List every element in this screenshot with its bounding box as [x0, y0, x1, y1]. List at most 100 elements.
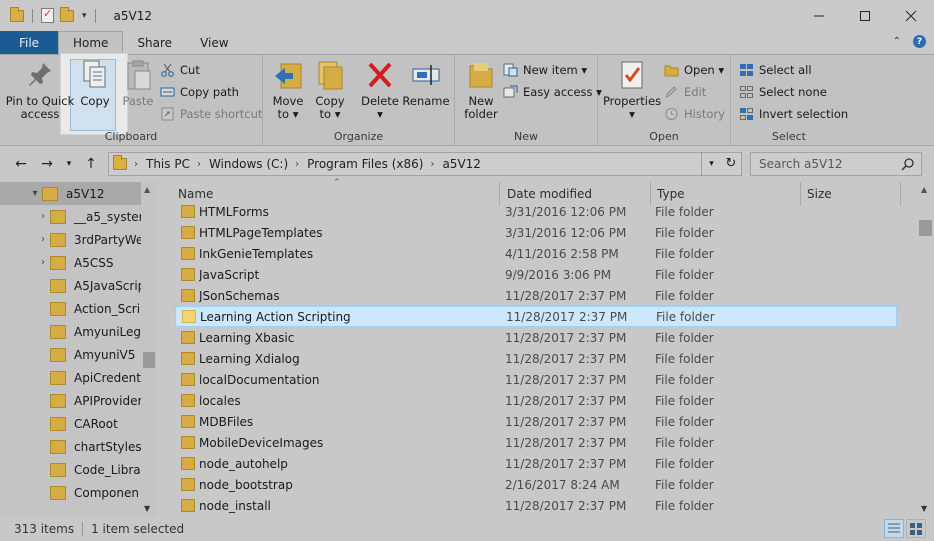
address-dropdown-icon[interactable]: ▾ — [701, 153, 721, 175]
select-all-button[interactable]: Select all — [739, 63, 812, 77]
properties-checkmark-icon[interactable] — [41, 7, 54, 23]
tree-item[interactable]: APIProvider — [0, 389, 141, 412]
copy-path-button[interactable]: Copy path — [160, 85, 239, 99]
column-header-date[interactable]: Date modified — [507, 187, 592, 201]
new-item-button[interactable]: New item ▾ — [503, 63, 587, 77]
tree-item[interactable]: Code_Librar — [0, 458, 141, 481]
table-row[interactable]: MDBFiles 11/28/2017 2:37 PM File folder — [175, 411, 897, 432]
breadcrumb-a5v12[interactable]: a5V12 — [442, 157, 480, 171]
table-row[interactable]: Learning Xbasic 11/28/2017 2:37 PM File fo… — [175, 327, 897, 348]
table-row[interactable]: JavaScript 9/9/2016 3:06 PM File folder — [175, 264, 897, 285]
tree-item[interactable]: Componen — [0, 481, 141, 504]
file-list-scrollbar[interactable]: ▲ ▼ — [917, 182, 934, 516]
pin-to-quick-access-button[interactable]: Pin to Quick access — [6, 59, 74, 121]
forward-button[interactable]: → — [36, 156, 58, 172]
chevron-right-icon[interactable]: › — [197, 159, 201, 170]
select-none-button[interactable]: Select none — [739, 85, 827, 99]
close-button[interactable] — [888, 0, 934, 31]
table-row[interactable]: InkGenieTemplates 4/11/2016 2:58 PM File f… — [175, 243, 897, 264]
refresh-icon[interactable]: ↻ — [721, 153, 741, 175]
cut-button[interactable]: Cut — [160, 63, 200, 77]
organize-group-label: Organize — [333, 130, 384, 143]
scroll-up-icon[interactable]: ▲ — [921, 185, 927, 194]
copy-button[interactable]: Copy — [77, 59, 113, 108]
rename-button[interactable]: Rename — [402, 59, 450, 108]
table-row[interactable]: node_install 11/28/2017 2:37 PM File folde… — [175, 495, 897, 516]
recent-locations-dropdown[interactable]: ▾ — [58, 159, 80, 169]
file-date: 11/28/2017 2:37 PM — [505, 330, 627, 345]
table-row[interactable]: locales 11/28/2017 2:37 PM File folder — [175, 390, 897, 411]
tree-item[interactable]: › A5CSS — [0, 251, 141, 274]
large-icons-view-button[interactable] — [906, 519, 926, 538]
tree-item[interactable]: › 3rdPartyWe — [0, 228, 141, 251]
paste-shortcut-button[interactable]: Paste shortcut — [160, 107, 262, 121]
table-row[interactable]: JSonSchemas 11/28/2017 2:37 PM File folder — [175, 285, 897, 306]
properties-button[interactable]: Properties ▾ — [602, 59, 662, 121]
chevron-right-icon[interactable]: › — [36, 257, 50, 268]
new-folder-icon[interactable] — [60, 6, 74, 22]
chevron-right-icon[interactable]: › — [36, 211, 50, 222]
breadcrumb-windows-c[interactable]: Windows (C:) › — [209, 157, 299, 171]
column-header-type[interactable]: Type — [657, 187, 685, 201]
edit-button[interactable]: Edit — [664, 85, 706, 99]
breadcrumb-program-files[interactable]: Program Files (x86) › — [307, 157, 434, 171]
chevron-right-icon[interactable]: › — [295, 159, 299, 170]
table-row[interactable]: localDocumentation 11/28/2017 2:37 PM File… — [175, 369, 897, 390]
invert-selection-button[interactable]: Invert selection — [739, 107, 848, 121]
nav-pane-scrollbar[interactable]: ▲ ▼ — [141, 182, 157, 516]
table-row[interactable]: MobileDeviceImages 11/28/2017 2:37 PM File… — [175, 432, 897, 453]
up-button[interactable]: ↑ — [80, 156, 102, 172]
tab-file[interactable]: File — [0, 31, 58, 54]
table-row[interactable]: node_bootstrap 2/16/2017 8:24 AM File fold… — [175, 474, 897, 495]
table-row[interactable]: HTMLPageTemplates 3/31/2016 12:06 PM File … — [175, 222, 897, 243]
new-folder-button[interactable]: New folder — [461, 59, 501, 121]
tab-home[interactable]: Home — [58, 31, 124, 54]
tree-item[interactable]: ▾ a5V12 — [0, 182, 141, 205]
folder-icon — [50, 370, 66, 385]
chevron-down-icon[interactable]: ▾ — [28, 188, 42, 199]
table-row[interactable]: node_autohelp 11/28/2017 2:37 PM File fold… — [175, 453, 897, 474]
tab-share[interactable]: Share — [123, 31, 186, 54]
easy-access-button[interactable]: Easy access ▾ — [503, 85, 602, 99]
tree-item[interactable]: AmyuniV5 — [0, 343, 141, 366]
scroll-thumb[interactable] — [143, 352, 155, 368]
chevron-right-icon[interactable]: › — [134, 159, 138, 170]
tab-view[interactable]: View — [186, 31, 242, 54]
details-view-button[interactable] — [884, 519, 904, 538]
breadcrumb-this-pc[interactable]: This PC › — [146, 157, 201, 171]
chevron-right-icon[interactable]: › — [36, 234, 50, 245]
chevron-right-icon[interactable]: › — [430, 159, 434, 170]
customize-dropdown-icon[interactable]: ▾ — [82, 11, 87, 21]
delete-button[interactable]: Delete ▾ — [359, 59, 401, 121]
table-row[interactable]: HTMLForms 3/31/2016 12:06 PM File folder — [175, 201, 897, 222]
scroll-thumb[interactable] — [919, 220, 932, 236]
maximize-button[interactable] — [842, 0, 888, 31]
minimize-button[interactable] — [796, 0, 842, 31]
history-button[interactable]: History — [664, 107, 725, 121]
paste-button[interactable]: Paste — [120, 59, 156, 108]
open-button[interactable]: Open ▾ — [664, 63, 724, 77]
column-divider[interactable] — [900, 182, 901, 206]
scroll-up-icon[interactable]: ▲ — [144, 185, 150, 194]
tree-item[interactable]: Action_Scrip — [0, 297, 141, 320]
column-header-name[interactable]: Name — [178, 187, 213, 201]
address-bar[interactable]: › This PC › Windows (C:) › Program Files… — [108, 152, 742, 176]
tree-item[interactable]: A5JavaScrip — [0, 274, 141, 297]
scroll-down-icon[interactable]: ▼ — [921, 504, 927, 513]
tree-item[interactable]: AmyuniLeg — [0, 320, 141, 343]
tree-item[interactable]: › __a5_system — [0, 205, 141, 228]
back-button[interactable]: ← — [10, 156, 32, 172]
table-row[interactable]: Learning Xdialog 11/28/2017 2:37 PM File f… — [175, 348, 897, 369]
collapse-ribbon-icon[interactable]: ⌃ — [893, 36, 901, 47]
search-input[interactable]: Search a5V12 — [750, 152, 922, 176]
column-header-size[interactable]: Size — [807, 187, 832, 201]
tree-item[interactable]: CARoot — [0, 412, 141, 435]
copy-to-button[interactable]: Copy to ▾ — [311, 59, 349, 121]
tree-item[interactable]: ApiCredenti — [0, 366, 141, 389]
table-row[interactable]: Learning Action Scripting 11/28/2017 2:37… — [175, 306, 897, 327]
properties-label: Properties ▾ — [602, 94, 662, 121]
tree-item[interactable]: chartStyles — [0, 435, 141, 458]
scroll-down-icon[interactable]: ▼ — [144, 504, 150, 513]
move-to-button[interactable]: Move to ▾ — [269, 59, 307, 121]
help-icon[interactable]: ? — [913, 35, 926, 48]
